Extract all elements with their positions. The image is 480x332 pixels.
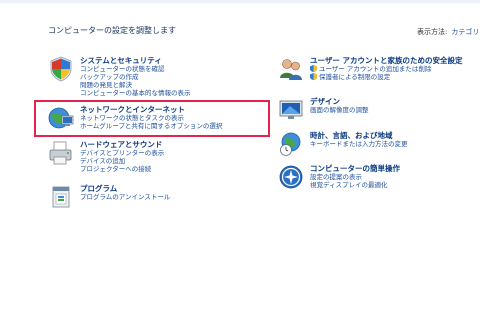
uac-shield-icon — [310, 73, 317, 80]
link-add-device[interactable]: デバイスの追加 — [80, 157, 164, 165]
category-title-ease-of-access[interactable]: コンピューターの簡単操作 — [310, 164, 400, 173]
link-add-remove-accounts[interactable]: ユーザー アカウントの追加または削除 — [310, 65, 462, 73]
link-view-basic-info[interactable]: コンピューターの基本的な情報の表示 — [80, 89, 191, 97]
link-add-remove-accounts-label: ユーザー アカウントの追加または削除 — [319, 65, 432, 73]
window-top-edge — [0, 0, 480, 3]
category-title-programs[interactable]: プログラム — [80, 184, 170, 193]
link-connect-projector[interactable]: プロジェクターへの接続 — [80, 165, 164, 173]
link-homegroup-sharing[interactable]: ホームグループと共有に関するオプションの選択 — [80, 122, 222, 130]
users-icon[interactable] — [278, 56, 304, 82]
link-adjust-resolution[interactable]: 画面の解像度の調整 — [310, 106, 369, 114]
link-change-keyboard-input[interactable]: キーボードまたは入力方法の変更 — [310, 140, 408, 148]
link-network-status-tasks[interactable]: ネットワークの状態とタスクの表示 — [80, 114, 222, 122]
link-check-computer-status[interactable]: コンピューターの状態を確認 — [80, 65, 191, 73]
category-title-hardware-sound[interactable]: ハードウェアとサウンド — [80, 140, 164, 149]
category-title-system-security[interactable]: システムとセキュリティ — [80, 56, 191, 65]
link-get-recommendations[interactable]: 設定の提案の表示 — [310, 173, 400, 181]
network-globe-icon[interactable] — [48, 105, 74, 131]
programs-icon[interactable] — [48, 184, 74, 210]
printer-icon[interactable] — [48, 140, 74, 166]
category-title-user-accounts[interactable]: ユーザー アカウントと家族のための安全設定 — [310, 56, 462, 65]
link-create-backup[interactable]: バックアップの作成 — [80, 73, 191, 81]
link-parental-controls-label: 保護者による制限の設定 — [319, 73, 391, 81]
display-icon[interactable] — [278, 97, 304, 123]
page-title: コンピューターの設定を調整します — [48, 26, 176, 35]
system-security-icon[interactable] — [48, 56, 74, 82]
ease-of-access-icon[interactable] — [278, 164, 304, 190]
link-parental-controls[interactable]: 保護者による制限の設定 — [310, 73, 462, 81]
category-title-clock-language-region[interactable]: 時計、言語、および地域 — [310, 131, 408, 140]
view-by-control[interactable]: 表示方法: カテゴリ — [417, 27, 479, 37]
category-title-network-internet[interactable]: ネットワークとインターネット — [80, 105, 222, 114]
view-by-label: 表示方法: — [417, 28, 448, 36]
link-devices-printers[interactable]: デバイスとプリンターの表示 — [80, 149, 164, 157]
clock-globe-icon[interactable] — [278, 131, 304, 157]
link-uninstall-program[interactable]: プログラムのアンインストール — [80, 193, 170, 201]
uac-shield-icon — [310, 65, 317, 72]
link-optimize-visual-display[interactable]: 視覚ディスプレイの最適化 — [310, 181, 400, 189]
category-title-appearance[interactable]: デザイン — [310, 97, 369, 106]
view-by-dropdown[interactable]: カテゴリ — [451, 28, 479, 36]
link-find-fix-problems[interactable]: 問題の発見と解決 — [80, 81, 191, 89]
